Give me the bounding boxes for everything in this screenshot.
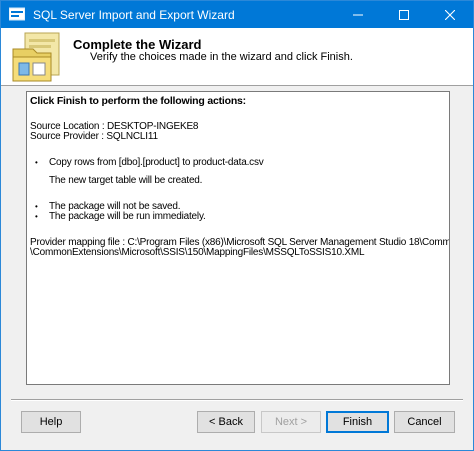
summary-textbox[interactable]: Click Finish to perform the following ac… [26, 91, 450, 385]
finish-button[interactable]: Finish [326, 411, 389, 433]
app-icon [8, 7, 26, 21]
close-button[interactable] [427, 1, 473, 28]
summary-heading: Click Finish to perform the following ac… [30, 95, 246, 107]
bullet-icon: • [35, 158, 38, 167]
bullet-icon: • [35, 202, 38, 211]
footer-divider [11, 399, 463, 401]
list-item: • Copy rows from [dbo].[product] to prod… [30, 158, 446, 168]
wizard-folder-icon [11, 31, 63, 83]
copy-rows-detail: The new target table will be created. [49, 175, 203, 186]
bullet-icon: • [35, 212, 38, 221]
minimize-icon [353, 14, 363, 15]
help-button[interactable]: Help [21, 411, 81, 433]
copy-rows-action: Copy rows from [dbo].[product] to produc… [49, 157, 264, 168]
maximize-icon [399, 9, 409, 20]
wizard-window: SQL Server Import and Export Wizard Comp… [0, 0, 474, 451]
next-button[interactable]: Next > [261, 411, 321, 433]
package-run-note: The package will be run immediately. [49, 211, 206, 222]
close-icon [445, 9, 455, 20]
maximize-button[interactable] [381, 1, 427, 28]
source-provider: Source Provider : SQLNCLI11 [30, 131, 158, 142]
wizard-header: Complete the Wizard Verify the choices m… [1, 28, 473, 86]
list-item: • The package will be run immediately. [30, 212, 446, 222]
cancel-button[interactable]: Cancel [394, 411, 455, 433]
page-title: Complete the Wizard [73, 37, 202, 52]
minimize-button[interactable] [335, 1, 381, 28]
back-button[interactable]: < Back [197, 411, 255, 433]
mapping-file-line2: \CommonExtensions\Microsoft\SSIS\150\Map… [30, 247, 365, 258]
page-subtitle: Verify the choices made in the wizard an… [90, 51, 353, 63]
title-bar[interactable]: SQL Server Import and Export Wizard [1, 1, 473, 28]
window-title: SQL Server Import and Export Wizard [33, 8, 235, 22]
